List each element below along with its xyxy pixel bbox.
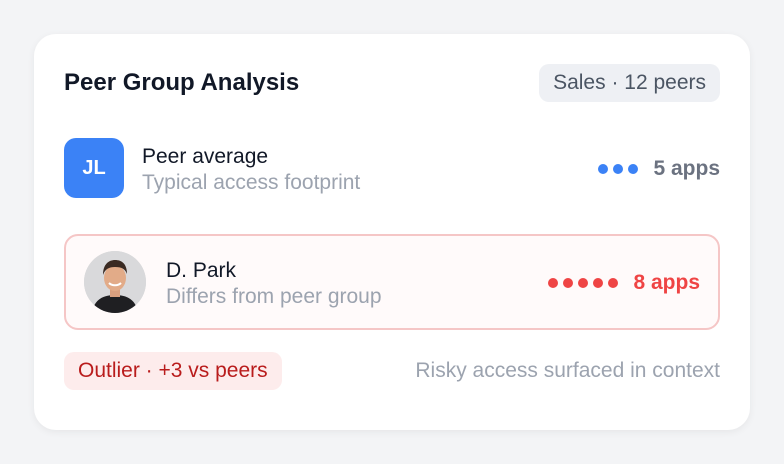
app-dot: [608, 278, 618, 288]
peer-app-count: 5 apps: [653, 157, 720, 180]
user-subtitle: Differs from peer group: [166, 285, 382, 308]
app-dot: [593, 278, 603, 288]
peer-group-badge: Sales · 12 peers: [539, 64, 720, 102]
app-dot: [598, 164, 608, 174]
app-dot: [563, 278, 573, 288]
outlier-badge: Outlier · +3 vs peers: [64, 352, 282, 390]
peer-average-title: Peer average: [142, 145, 269, 168]
avatar-initials: JL: [64, 138, 124, 198]
user-photo: [84, 251, 146, 313]
peer-group-card: Peer Group Analysis Sales · 12 peers JL …: [34, 34, 750, 430]
card-title: Peer Group Analysis: [64, 69, 300, 96]
user-app-count: 8 apps: [633, 271, 700, 294]
user-avatar: [84, 251, 146, 313]
user-outlier-row[interactable]: D. Park Differs from peer group 8 apps: [64, 234, 720, 330]
peer-average-subtitle: Typical access footprint: [142, 171, 361, 194]
app-dot: [578, 278, 588, 288]
context-note: Risky access surfaced in context: [415, 359, 720, 382]
user-app-dots: [548, 278, 618, 288]
peer-app-dots: [598, 164, 638, 174]
app-dot: [628, 164, 638, 174]
app-dot: [548, 278, 558, 288]
user-name: D. Park: [166, 259, 237, 282]
app-dot: [613, 164, 623, 174]
